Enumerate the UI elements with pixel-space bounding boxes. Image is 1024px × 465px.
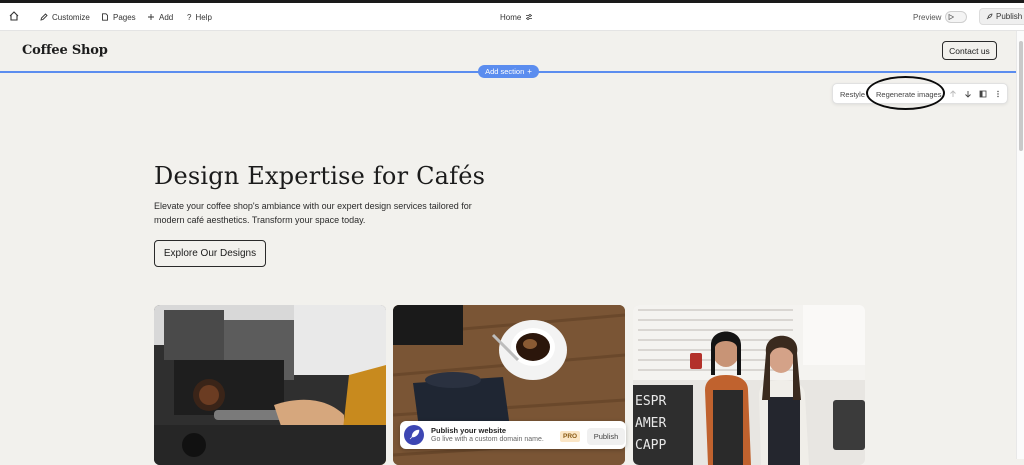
arrow-up-icon[interactable] <box>949 90 957 98</box>
add-section-label: Add section <box>485 67 525 76</box>
image-card-baristas[interactable]: ESPR AMER CAPP <box>633 305 865 465</box>
rocket-icon <box>986 13 993 19</box>
nav-add-label: Add <box>159 12 174 22</box>
svg-text:CAPP: CAPP <box>635 438 666 453</box>
explore-designs-button[interactable]: Explore Our Designs <box>154 240 266 267</box>
preview-toggle-group: Preview <box>913 3 968 31</box>
svg-text:AMER: AMER <box>635 416 666 431</box>
add-section-button[interactable]: Add section + <box>478 65 539 78</box>
image-card-espresso-machine[interactable] <box>154 305 386 465</box>
publish-label: Publish <box>996 12 1023 21</box>
question-icon: ? <box>187 12 192 22</box>
plus-icon: + <box>527 67 532 76</box>
play-icon <box>949 14 955 20</box>
nav-help-label: Help <box>195 12 212 22</box>
baristas-image: ESPR AMER CAPP <box>633 305 865 465</box>
publish-button[interactable]: Publish <box>979 8 1024 25</box>
hero-title: Design Expertise for Cafés <box>154 162 486 190</box>
nav-customize-label: Customize <box>52 12 90 22</box>
chalkboard-lettering: ESPR <box>635 394 666 409</box>
pen-icon <box>40 13 48 21</box>
nav-pages[interactable]: Pages <box>101 3 136 31</box>
nav-help[interactable]: ? Help <box>187 3 212 31</box>
toast-publish-button[interactable]: Publish <box>587 428 625 445</box>
current-page-label: Home <box>500 12 522 22</box>
page-scrollbar[interactable] <box>1016 31 1024 459</box>
arrow-down-icon[interactable] <box>964 90 972 98</box>
plus-icon <box>148 14 154 20</box>
pro-badge: PRO <box>560 431 581 442</box>
nav-customize[interactable]: Customize <box>40 3 90 31</box>
page-icon <box>102 13 108 21</box>
rocket-badge-icon <box>404 425 424 445</box>
contact-us-button[interactable]: Contact us <box>942 41 997 60</box>
toast-title: Publish your website <box>431 426 507 435</box>
nav-pages-label: Pages <box>113 12 136 22</box>
page-selector[interactable]: Home <box>500 3 533 31</box>
more-options-icon[interactable] <box>994 90 1002 98</box>
hero-description: Elevate your coffee shop's ambiance with… <box>154 201 472 225</box>
preview-label: Preview <box>913 12 942 22</box>
toast-subtitle: Go live with a custom domain name. <box>431 436 544 443</box>
sliders-icon <box>526 14 533 20</box>
preview-toggle[interactable] <box>945 11 968 23</box>
site-logo[interactable]: Coffee Shop <box>22 43 108 58</box>
home-icon[interactable] <box>8 10 20 22</box>
scrollbar-thumb[interactable] <box>1019 41 1023 151</box>
restyle-button[interactable]: Restyle <box>840 90 865 99</box>
nav-add[interactable]: Add <box>147 3 173 31</box>
editor-topbar: Customize Pages Add ? Help Home Preview … <box>0 3 1024 31</box>
espresso-machine-image <box>154 305 386 465</box>
highlight-circle-annotation <box>866 76 945 110</box>
layout-icon[interactable] <box>979 90 987 98</box>
